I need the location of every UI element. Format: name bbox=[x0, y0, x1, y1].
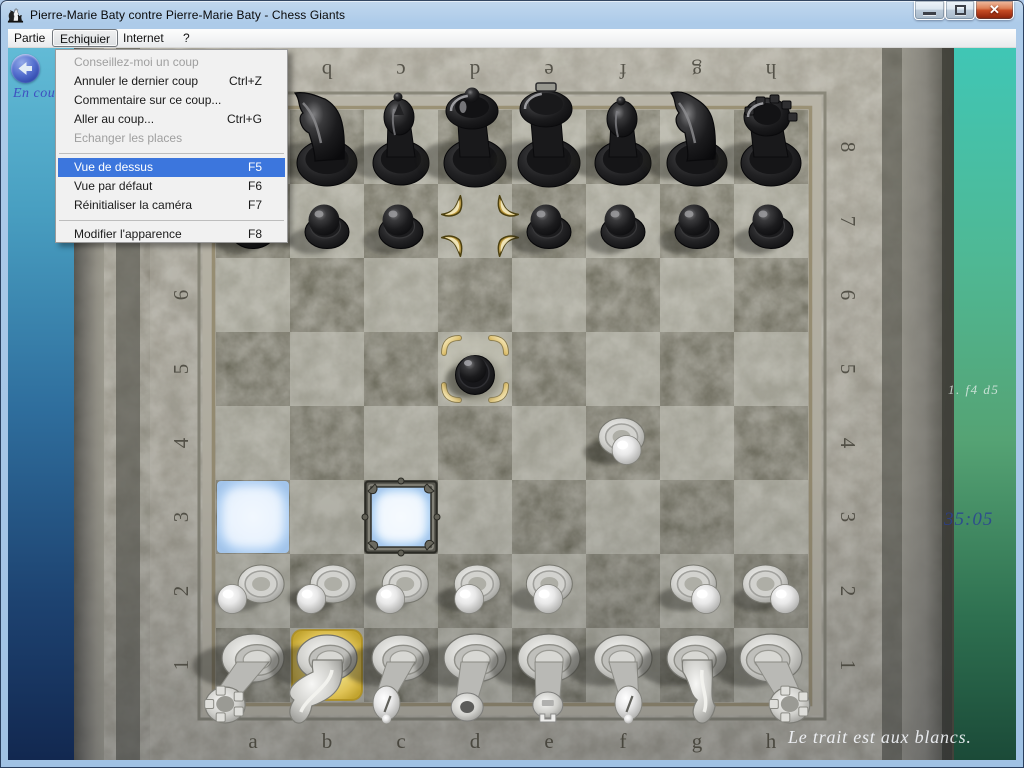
svg-text:a: a bbox=[248, 729, 258, 753]
svg-text:3: 3 bbox=[836, 512, 860, 523]
svg-text:c: c bbox=[396, 729, 405, 753]
svg-text:4: 4 bbox=[836, 438, 860, 449]
svg-text:c: c bbox=[396, 59, 405, 83]
svg-text:f: f bbox=[620, 59, 627, 83]
svg-text:f: f bbox=[620, 729, 627, 753]
svg-text:4: 4 bbox=[169, 437, 193, 448]
svg-text:7: 7 bbox=[836, 216, 860, 227]
svg-text:3: 3 bbox=[169, 512, 193, 523]
svg-text:8: 8 bbox=[836, 142, 860, 153]
svg-text:g: g bbox=[691, 59, 702, 83]
svg-text:e: e bbox=[544, 59, 553, 83]
svg-text:b: b bbox=[322, 729, 333, 753]
svg-text:e: e bbox=[544, 729, 553, 753]
svg-text:5: 5 bbox=[836, 364, 860, 375]
svg-text:1: 1 bbox=[836, 660, 860, 671]
svg-text:b: b bbox=[322, 59, 333, 83]
svg-text:2: 2 bbox=[836, 586, 860, 597]
svg-text:1: 1 bbox=[169, 660, 193, 671]
svg-text:h: h bbox=[766, 729, 777, 753]
svg-text:d: d bbox=[470, 729, 481, 753]
svg-text:2: 2 bbox=[169, 586, 193, 597]
svg-text:6: 6 bbox=[169, 290, 193, 301]
svg-text:5: 5 bbox=[169, 364, 193, 375]
svg-text:g: g bbox=[692, 729, 703, 753]
svg-text:6: 6 bbox=[836, 290, 860, 301]
svg-text:d: d bbox=[469, 59, 480, 83]
svg-text:h: h bbox=[765, 59, 776, 83]
